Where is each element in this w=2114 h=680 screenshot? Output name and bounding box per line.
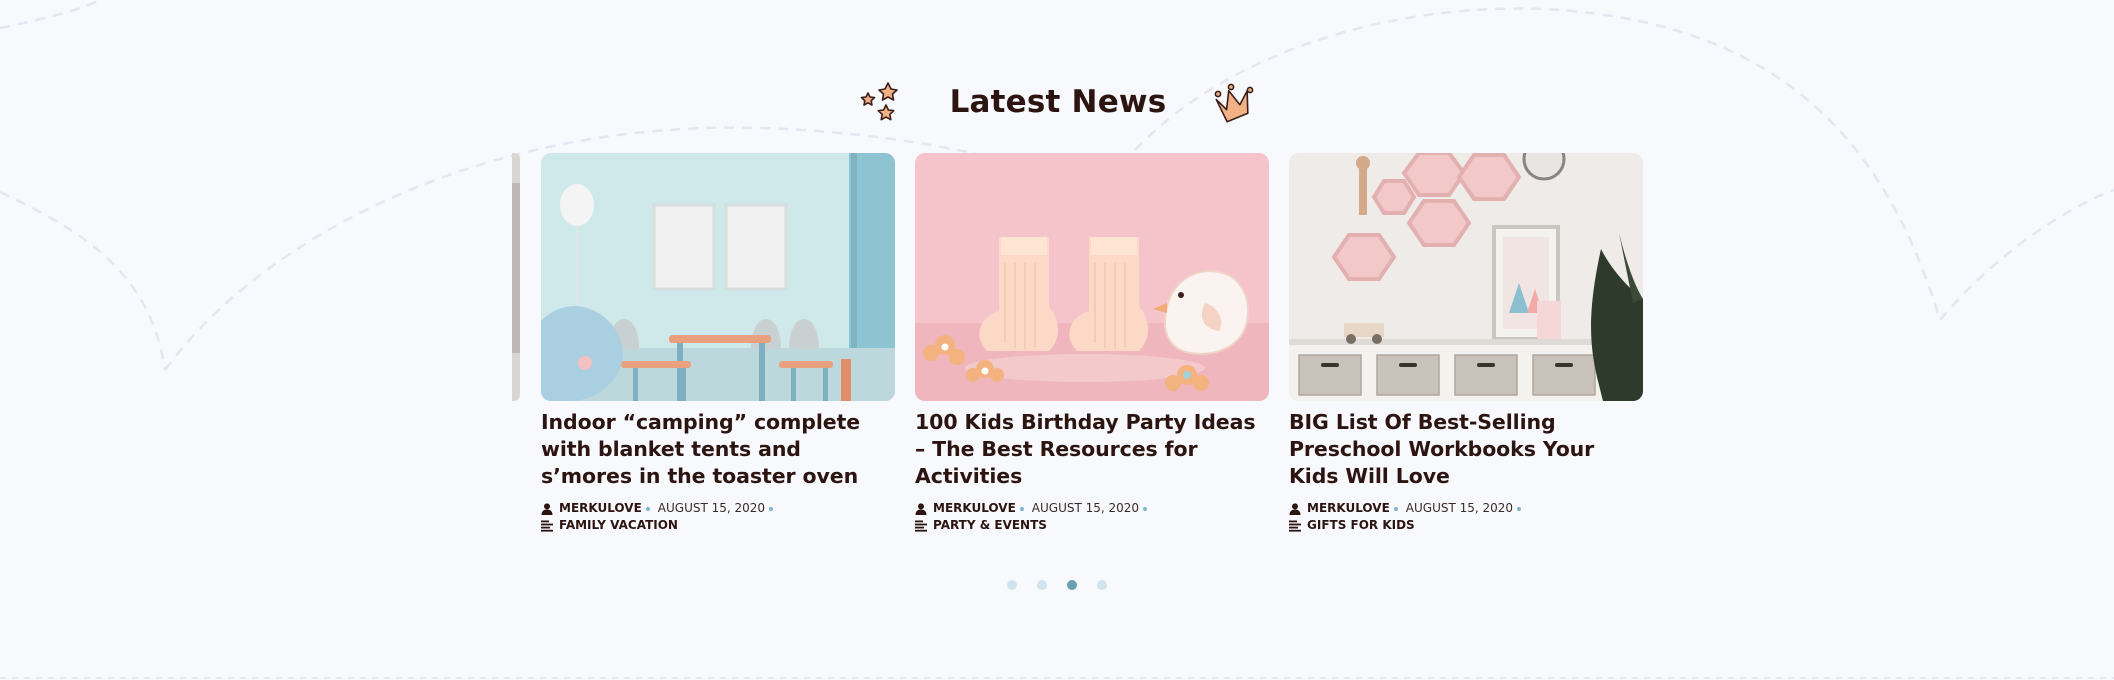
category-name[interactable]: GIFTS FOR KIDS bbox=[1307, 517, 1415, 534]
meta-separator bbox=[1517, 506, 1522, 511]
post-date[interactable]: AUGUST 15, 2020 bbox=[1406, 500, 1513, 517]
carousel-pagination bbox=[0, 580, 2114, 590]
post-image[interactable] bbox=[1289, 153, 1643, 401]
user-icon bbox=[1289, 502, 1301, 515]
news-card[interactable]: 100 Kids Birthday Party Ideas – The Best… bbox=[915, 153, 1269, 534]
post-date[interactable]: AUGUST 15, 2020 bbox=[1032, 500, 1139, 517]
post-author[interactable]: MERKULOVE bbox=[915, 500, 1016, 517]
meta-separator bbox=[645, 506, 650, 511]
post-category[interactable]: GIFTS FOR KIDS bbox=[1289, 517, 1415, 534]
date-text[interactable]: AUGUST 15, 2020 bbox=[1032, 500, 1139, 517]
user-icon bbox=[541, 502, 553, 515]
meta-separator bbox=[769, 506, 774, 511]
category-name[interactable]: FAMILY VACATION bbox=[559, 517, 678, 534]
latest-news-section: Latest News Indoor “camping” complete wi… bbox=[0, 0, 2114, 680]
category-icon bbox=[1289, 520, 1301, 532]
post-meta: MERKULOVE AUGUST 15, 2020 FAMILY VACATIO… bbox=[541, 500, 895, 534]
baby-booties-photo bbox=[915, 153, 1269, 401]
pagination-dot-2[interactable] bbox=[1037, 580, 1047, 590]
category-icon bbox=[915, 520, 927, 532]
post-title[interactable]: 100 Kids Birthday Party Ideas – The Best… bbox=[915, 409, 1269, 490]
date-text[interactable]: AUGUST 15, 2020 bbox=[658, 500, 765, 517]
author-name[interactable]: MERKULOVE bbox=[559, 500, 642, 517]
category-icon bbox=[541, 520, 553, 532]
post-author[interactable]: MERKULOVE bbox=[1289, 500, 1390, 517]
post-meta: MERKULOVE AUGUST 15, 2020 PARTY & EVENTS bbox=[915, 500, 1269, 534]
pagination-dot-4[interactable] bbox=[1097, 580, 1107, 590]
pagination-dot-1[interactable] bbox=[1007, 580, 1017, 590]
post-title[interactable]: Indoor “camping” complete with blanket t… bbox=[541, 409, 895, 490]
category-name[interactable]: PARTY & EVENTS bbox=[933, 517, 1047, 534]
post-date[interactable]: AUGUST 15, 2020 bbox=[658, 500, 765, 517]
playroom-photo bbox=[541, 153, 895, 401]
news-carousel[interactable]: Indoor “camping” complete with blanket t… bbox=[0, 153, 2114, 553]
author-name[interactable]: MERKULOVE bbox=[933, 500, 1016, 517]
date-text[interactable]: AUGUST 15, 2020 bbox=[1406, 500, 1513, 517]
meta-separator bbox=[1019, 506, 1024, 511]
section-title: Latest News bbox=[949, 84, 1167, 120]
post-image[interactable] bbox=[541, 153, 895, 401]
stars-icon bbox=[858, 79, 904, 125]
meta-separator bbox=[1143, 506, 1148, 511]
post-category[interactable]: FAMILY VACATION bbox=[541, 517, 678, 534]
post-image[interactable] bbox=[915, 153, 1269, 401]
nursery-shelf-photo bbox=[1289, 153, 1643, 401]
meta-separator bbox=[1393, 506, 1398, 511]
post-title[interactable]: BIG List Of Best-Selling Preschool Workb… bbox=[1289, 409, 1643, 490]
previous-card-edge[interactable] bbox=[512, 153, 520, 401]
user-icon bbox=[915, 502, 927, 515]
post-author[interactable]: MERKULOVE bbox=[541, 500, 642, 517]
news-card[interactable]: Indoor “camping” complete with blanket t… bbox=[541, 153, 895, 534]
crown-icon bbox=[1212, 80, 1256, 124]
news-card[interactable]: BIG List Of Best-Selling Preschool Workb… bbox=[1289, 153, 1643, 534]
post-meta: MERKULOVE AUGUST 15, 2020 GIFTS FOR KIDS bbox=[1289, 500, 1643, 534]
post-category[interactable]: PARTY & EVENTS bbox=[915, 517, 1047, 534]
pagination-dot-3[interactable] bbox=[1067, 580, 1077, 590]
author-name[interactable]: MERKULOVE bbox=[1307, 500, 1390, 517]
section-heading: Latest News bbox=[0, 72, 2114, 132]
